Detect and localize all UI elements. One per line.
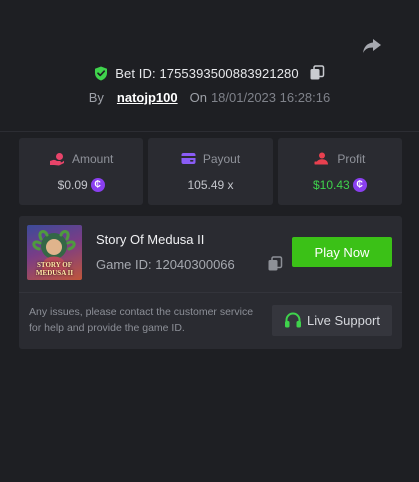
- card-divider: [19, 292, 402, 293]
- payout-value-text: 105.49 x: [187, 177, 234, 192]
- game-card: STORY OF MEDUSA II Story Of Medusa II Ga…: [19, 216, 402, 349]
- bet-stats: Amount $0.09 ₵ Payout 105.49 x Profit $1…: [19, 138, 402, 205]
- game-name: Story Of Medusa II: [96, 232, 205, 247]
- on-label: On: [189, 89, 207, 105]
- game-id: Game ID: 12040300066: [96, 257, 235, 272]
- money-hand-icon: [49, 152, 64, 165]
- profit-value-text: $10.43: [312, 177, 350, 192]
- stat-payout-head: Payout: [181, 152, 240, 166]
- bet-id-label: Bet ID:: [115, 65, 156, 81]
- stat-profit: Profit $10.43 ₵: [277, 138, 402, 205]
- stat-profit-value: $10.43 ₵: [312, 177, 367, 192]
- headset-icon: [285, 312, 301, 328]
- live-support-label: Live Support: [307, 313, 380, 328]
- stat-profit-label: Profit: [337, 151, 366, 166]
- stat-amount-label: Amount: [71, 151, 114, 166]
- by-label: By: [88, 89, 104, 105]
- copy-icon[interactable]: [267, 256, 283, 272]
- bet-author-row: By natojp100 On 18/01/2023 16:28:16: [0, 87, 419, 107]
- user-profit-icon: [314, 152, 329, 164]
- stat-profit-head: Profit: [314, 152, 365, 166]
- stat-amount-head: Amount: [49, 152, 113, 166]
- stat-payout-value: 105.49 x: [187, 178, 233, 192]
- share-button[interactable]: [361, 36, 383, 56]
- support-note: Any issues, please contact the customer …: [29, 306, 254, 334]
- bet-id-value: 1755393500883921280: [159, 65, 299, 81]
- stat-payout-label: Payout: [202, 151, 241, 166]
- stat-payout: Payout 105.49 x: [148, 138, 273, 205]
- stat-amount: Amount $0.09 ₵: [19, 138, 144, 205]
- live-support-button[interactable]: Live Support: [272, 305, 392, 336]
- share-icon: [363, 39, 381, 53]
- section-divider: [0, 131, 419, 132]
- username-link[interactable]: natojp100: [117, 90, 178, 105]
- coin-icon: ₵: [352, 177, 367, 192]
- copy-icon[interactable]: [309, 65, 325, 81]
- coin-icon: ₵: [90, 177, 105, 192]
- stat-amount-value: $0.09 ₵: [57, 177, 105, 192]
- game-thumbnail-title: STORY OF MEDUSA II: [35, 261, 74, 277]
- bet-datetime: 18/01/2023 16:28:16: [210, 89, 331, 105]
- bet-id-text: Bet ID: 1755393500883921280: [115, 66, 298, 81]
- amount-value-text: $0.09: [57, 177, 88, 192]
- play-now-button[interactable]: Play Now: [292, 237, 392, 267]
- bet-details-page: Bet ID: 1755393500883921280 By natojp100…: [0, 0, 419, 482]
- shield-check-icon: [95, 66, 108, 80]
- game-thumbnail[interactable]: STORY OF MEDUSA II: [27, 225, 82, 280]
- wallet-icon: [181, 153, 196, 164]
- bet-id-row: Bet ID: 1755393500883921280: [0, 63, 419, 83]
